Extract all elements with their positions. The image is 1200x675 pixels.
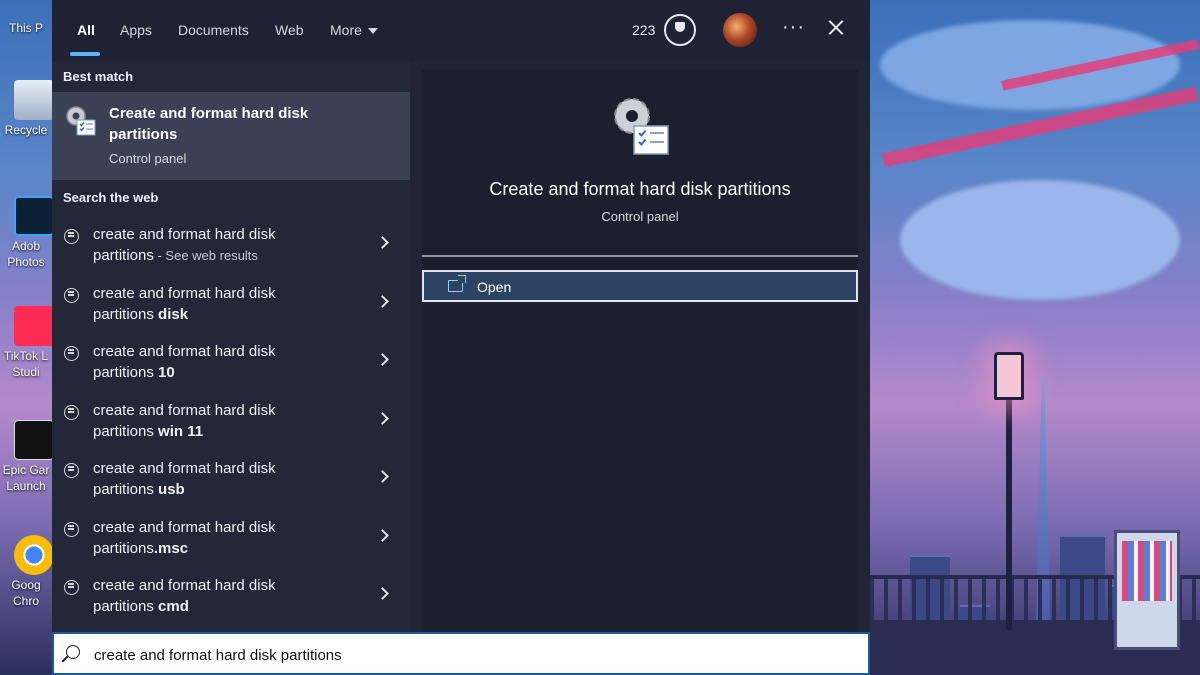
divider xyxy=(422,255,858,257)
desktop-icon-chrome[interactable]: Goog Chro xyxy=(0,535,54,609)
tab-web[interactable]: Web xyxy=(275,22,304,38)
desktop-icon-label: Photos xyxy=(7,255,45,269)
desktop-icon-label: TikTok L xyxy=(3,349,49,363)
chevron-right-icon xyxy=(376,412,389,425)
web-search-icon xyxy=(64,405,79,420)
web-result-item[interactable]: create and format hard disk partitions w… xyxy=(52,398,410,456)
web-result-line2: partitions win 11 xyxy=(93,423,204,440)
close-icon[interactable] xyxy=(824,16,848,40)
best-match-heading: Best match xyxy=(63,69,134,84)
tab-apps[interactable]: Apps xyxy=(120,22,152,38)
web-result-item[interactable]: create and format hard disk partitions.m… xyxy=(52,515,410,573)
open-window-icon xyxy=(448,275,466,292)
web-result-line1: create and format hard disk xyxy=(93,226,276,243)
active-tab-indicator xyxy=(70,52,100,56)
desktop-icon-label: Chro xyxy=(12,594,39,608)
caret-down-icon xyxy=(367,28,378,35)
web-result-line1: create and format hard disk xyxy=(93,285,276,302)
desktop-icon-label: Studi xyxy=(12,365,40,379)
web-result-line1: create and format hard disk xyxy=(93,402,276,419)
search-tabs-bar: All Apps Documents Web More 223 ··· xyxy=(52,0,870,62)
web-result-line1: create and format hard disk xyxy=(93,460,276,477)
desktop-icon-epic-games[interactable]: Epic Gar Launch xyxy=(0,420,54,494)
web-search-icon xyxy=(64,229,79,244)
trophy-medal-icon[interactable] xyxy=(664,14,696,46)
desktop-icon-this-pc[interactable]: This P xyxy=(0,8,52,36)
see-web-results-hint: - See web results xyxy=(153,248,258,263)
web-result-item[interactable]: create and format hard disk partitions -… xyxy=(52,222,410,280)
desktop-icon-label: Recycle xyxy=(4,123,48,137)
web-result-line2: partitions usb xyxy=(93,481,185,498)
epic-games-icon xyxy=(14,420,54,460)
best-match-subtitle: Control panel xyxy=(109,151,187,166)
web-result-line2: partitions.msc xyxy=(93,540,189,557)
web-result-line2: partitions - See web results xyxy=(93,247,258,264)
desktop-icon-label: This P xyxy=(8,21,43,35)
recycle-bin-icon xyxy=(14,80,54,120)
chevron-right-icon xyxy=(376,587,389,600)
web-result-line2: partitions 10 xyxy=(93,364,175,381)
rewards-points: 223 xyxy=(632,22,656,38)
web-result-line1: create and format hard disk xyxy=(93,519,276,536)
search-bar[interactable] xyxy=(52,632,870,675)
web-search-icon xyxy=(64,288,79,303)
web-search-icon xyxy=(64,346,79,361)
chevron-right-icon xyxy=(376,295,389,308)
tab-documents[interactable]: Documents xyxy=(178,22,249,38)
web-result-item[interactable]: create and format hard disk partitions c… xyxy=(52,573,410,631)
gear-checklist-icon xyxy=(66,106,96,136)
desktop-icon-tiktok[interactable]: TikTok L Studi xyxy=(0,306,54,380)
web-search-icon xyxy=(64,580,79,595)
chrome-icon xyxy=(14,535,54,575)
best-match-title: Create and format hard disk partitions xyxy=(109,105,309,143)
street-lamp xyxy=(994,352,1024,400)
chevron-right-icon xyxy=(376,470,389,483)
chevron-right-icon xyxy=(376,353,389,366)
desktop-icon-label: Epic Gar xyxy=(2,463,50,477)
tab-more[interactable]: More xyxy=(330,22,378,38)
desktop-icon-photoshop[interactable]: Adob Photos xyxy=(0,196,54,270)
web-result-item[interactable]: create and format hard disk partitions d… xyxy=(52,281,410,339)
tiktok-icon xyxy=(14,306,54,346)
search-web-heading: Search the web xyxy=(63,190,159,205)
web-result-line1: create and format hard disk xyxy=(93,577,276,594)
photoshop-icon xyxy=(14,196,54,236)
web-result-line2: partitions disk xyxy=(93,306,189,323)
web-result-item[interactable]: create and format hard disk partitions 1… xyxy=(52,339,410,397)
tab-more-label: More xyxy=(330,22,362,38)
desktop-icon-label: Adob xyxy=(11,239,41,253)
search-input[interactable] xyxy=(94,643,854,667)
web-search-icon xyxy=(64,522,79,537)
vending-machine xyxy=(1114,530,1180,650)
chevron-right-icon xyxy=(376,236,389,249)
avatar[interactable] xyxy=(723,13,757,47)
open-button[interactable]: Open xyxy=(422,270,858,302)
web-search-icon xyxy=(64,463,79,478)
preview-pane: Create and format hard disk partitions C… xyxy=(422,70,858,632)
desktop-icon-label: Goog xyxy=(11,578,41,592)
gear-checklist-icon xyxy=(614,98,669,155)
desktop-icon-label: Launch xyxy=(6,479,46,493)
desktop-icon-recycle-bin[interactable]: Recycle xyxy=(0,80,54,138)
tab-all[interactable]: All xyxy=(77,22,95,38)
more-options-button[interactable]: ··· xyxy=(782,16,805,39)
search-icon xyxy=(66,645,80,659)
results-list: Best match Create and format hard disk p… xyxy=(52,62,410,632)
preview-title: Create and format hard disk partitions xyxy=(489,179,791,199)
open-label: Open xyxy=(477,279,512,295)
web-result-line2: partitions cmd xyxy=(93,598,189,615)
preview-subtitle: Control panel xyxy=(601,209,679,224)
best-match-item[interactable]: Create and format hard disk partitions C… xyxy=(52,92,410,180)
chevron-right-icon xyxy=(376,529,389,542)
web-result-line1: create and format hard disk xyxy=(93,343,276,360)
web-result-item[interactable]: create and format hard disk partitions u… xyxy=(52,456,410,514)
windows-search-panel: All Apps Documents Web More 223 ··· Best… xyxy=(52,0,870,675)
